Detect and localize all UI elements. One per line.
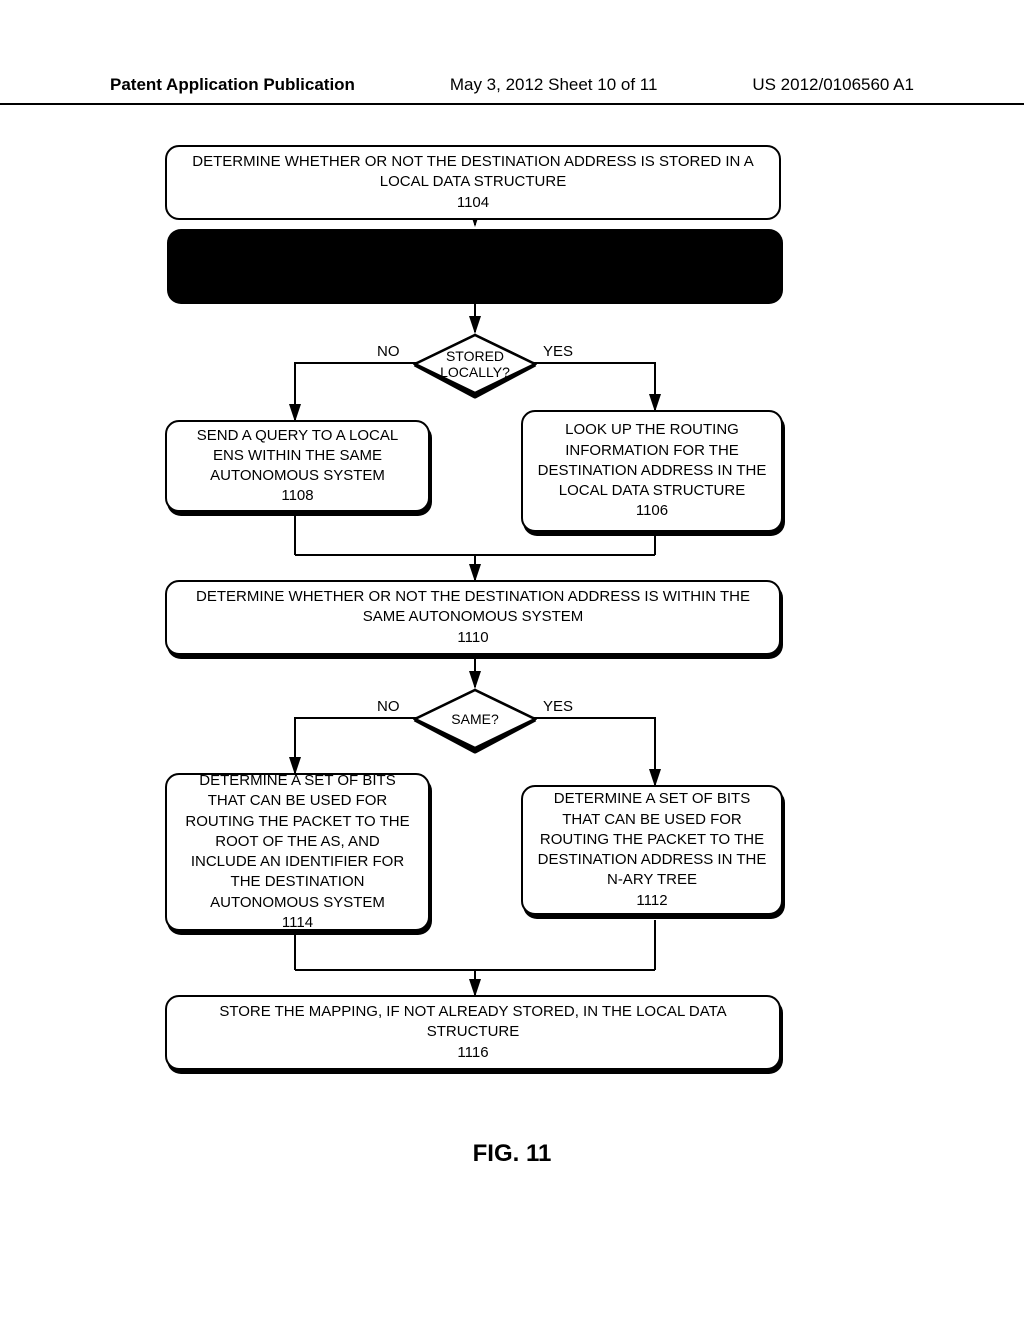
step-1110: DETERMINE WHETHER OR NOT THE DESTINATION… — [165, 580, 781, 655]
step-num: 1106 — [636, 501, 668, 521]
decision-same: SAME? — [413, 688, 537, 750]
decision-line2: LOCALLY? — [440, 364, 510, 380]
step-num: 1110 — [457, 628, 488, 648]
decision-line1: SAME? — [451, 711, 498, 727]
label-no-2: NO — [377, 698, 400, 715]
label-yes-2: YES — [543, 698, 573, 715]
header-left: Patent Application Publication — [110, 75, 355, 95]
step-1104: DETERMINE WHETHER OR NOT THE DESTINATION… — [165, 145, 781, 220]
label-no-1: NO — [377, 343, 400, 360]
step-num: 1104 — [457, 193, 489, 213]
step-text: DETERMINE WHETHER OR NOT THE DESTINATION… — [181, 587, 765, 628]
step-text: SEND A QUERY TO A LOCAL ENS WITHIN THE S… — [181, 426, 414, 487]
header-center: May 3, 2012 Sheet 10 of 11 — [450, 75, 658, 95]
decision-line1: STORED — [446, 348, 504, 364]
step-text: DETERMINE WHETHER OR NOT THE DESTINATION… — [181, 152, 765, 193]
header-right: US 2012/0106560 A1 — [752, 75, 914, 95]
decision-stored-locally: STORED LOCALLY? — [413, 333, 537, 395]
step-num: 1108 — [281, 486, 313, 506]
step-1112: DETERMINE A SET OF BITS THAT CAN BE USED… — [521, 785, 783, 915]
label-yes-1: YES — [543, 343, 573, 360]
page-header: Patent Application Publication May 3, 20… — [0, 75, 1024, 105]
step-num: 1114 — [282, 913, 313, 933]
step-1108: SEND A QUERY TO A LOCAL ENS WITHIN THE S… — [165, 420, 430, 512]
step-num: 1112 — [636, 891, 667, 911]
step-text: DETERMINE A SET OF BITS THAT CAN BE USED… — [181, 771, 414, 913]
step-text: DETERMINE A SET OF BITS THAT CAN BE USED… — [537, 789, 767, 890]
step-num: 1116 — [457, 1043, 488, 1063]
step-text: LOOK UP THE ROUTING INFORMATION FOR THE … — [537, 420, 767, 501]
figure-label: FIG. 11 — [0, 1140, 1024, 1168]
step-1106: LOOK UP THE ROUTING INFORMATION FOR THE … — [521, 410, 783, 532]
step-1114: DETERMINE A SET OF BITS THAT CAN BE USED… — [165, 773, 430, 931]
step-text: STORE THE MAPPING, IF NOT ALREADY STORED… — [181, 1002, 765, 1043]
step-1116: STORE THE MAPPING, IF NOT ALREADY STORED… — [165, 995, 781, 1070]
